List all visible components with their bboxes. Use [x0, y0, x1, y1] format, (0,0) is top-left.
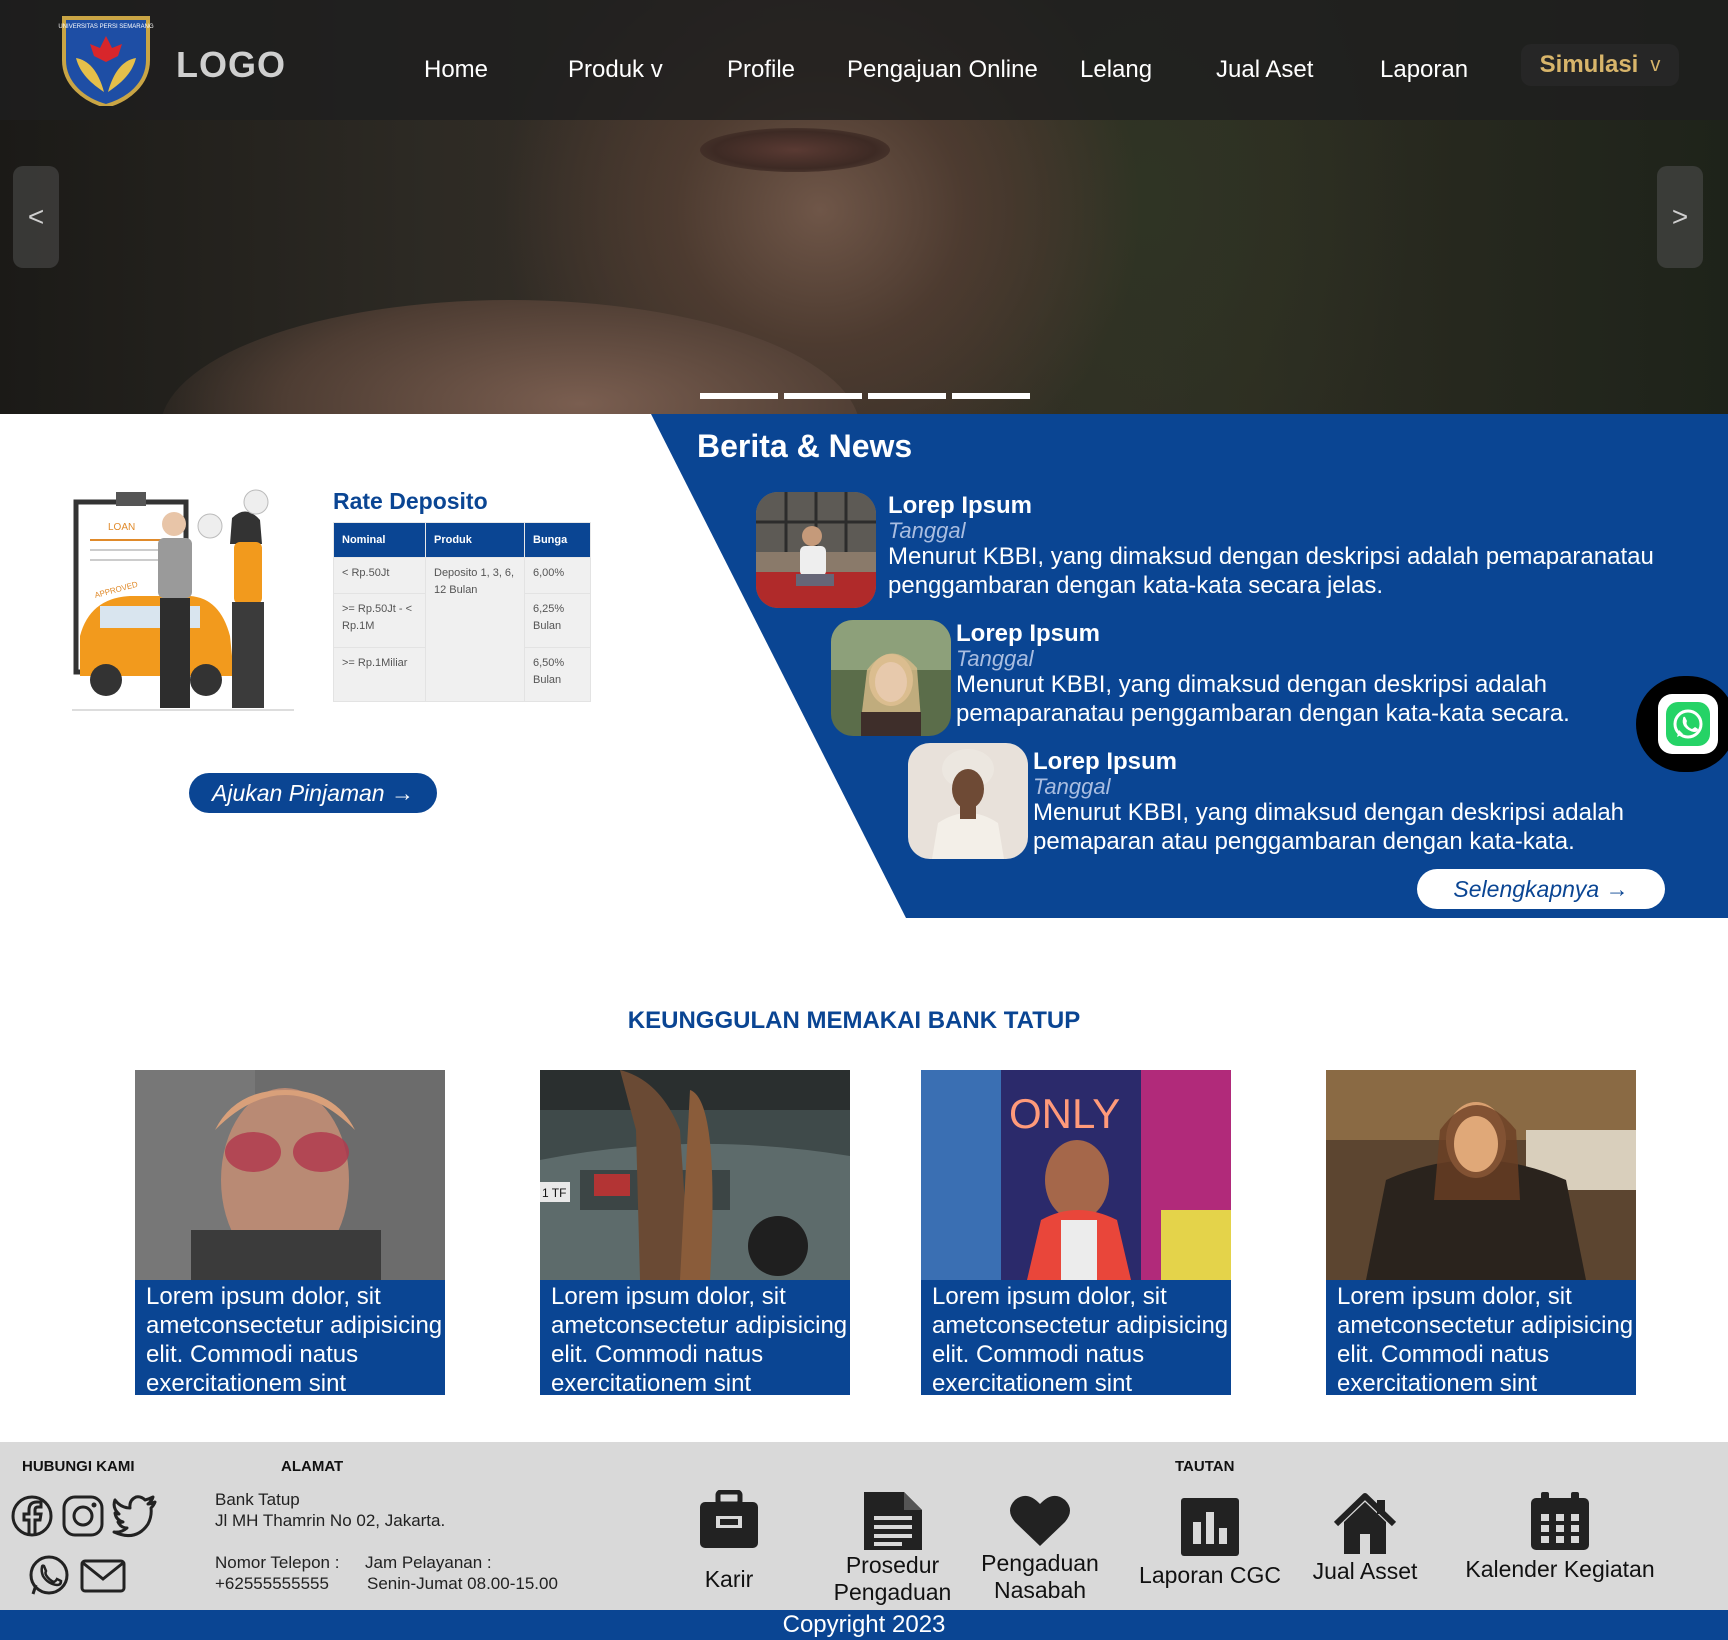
nav-lelang[interactable]: Lelang — [1080, 56, 1152, 84]
logo-text[interactable]: LOGO — [176, 44, 286, 86]
tautan-label: Pengaduan — [981, 1550, 1099, 1576]
nav-home[interactable]: Home — [424, 56, 488, 84]
twitter-icon[interactable] — [112, 1494, 158, 1538]
carousel-dot[interactable] — [784, 393, 862, 399]
news-section-title: Berita & News — [697, 428, 913, 464]
hubungi-kami-title: HUBUNGI KAMI — [22, 1458, 135, 1475]
card-image — [1326, 1070, 1636, 1280]
news-excerpt: Menurut KBBI, yang dimaksud dengan deskr… — [1033, 799, 1625, 855]
nav-profile[interactable]: Profile — [727, 56, 795, 84]
hero-image-face — [700, 128, 890, 172]
tautan-label: Kalender Kegiatan — [1465, 1556, 1655, 1582]
carousel-next-button[interactable]: > — [1657, 166, 1703, 268]
news-item[interactable]: Lorep Ipsum Tanggal Menurut KBBI, yang d… — [888, 492, 1708, 600]
card-image-neon-text: ONLY — [1009, 1090, 1120, 1137]
card-image-plate-text: 1 TF — [542, 1186, 566, 1200]
carousel-prev-button[interactable]: < — [13, 166, 59, 268]
news-heading[interactable]: Lorep Ipsum — [956, 620, 1716, 648]
tautan-laporan-cgc[interactable]: Laporan CGC — [1135, 1496, 1285, 1589]
home-icon — [1333, 1493, 1397, 1554]
nav-produk[interactable]: Produk v — [568, 56, 663, 84]
carousel-dot[interactable] — [952, 393, 1030, 399]
advantage-card[interactable]: 1 TF Lorem ipsum dolor, sit ametconsecte… — [540, 1070, 850, 1395]
tautan-label: Prosedur — [845, 1552, 940, 1578]
whatsapp-icon[interactable] — [1658, 694, 1718, 754]
alamat-street: Jl MH Thamrin No 02, Jakarta. — [215, 1511, 446, 1530]
card-image: ONLY — [921, 1070, 1231, 1280]
advantage-card[interactable]: Lorem ipsum dolor, sit ametconsectetur a… — [135, 1070, 445, 1395]
advantage-card[interactable]: Lorem ipsum dolor, sit ametconsectetur a… — [1326, 1070, 1636, 1395]
simulasi-label: Simulasi — [1539, 51, 1639, 78]
carousel-dot[interactable] — [868, 393, 946, 399]
tautan-prosedur-pengaduan[interactable]: Prosedur Pengaduan — [825, 1490, 960, 1606]
phone-value[interactable]: +62555555555 — [215, 1573, 329, 1594]
alamat-name: Bank Tatup — [215, 1490, 300, 1509]
card-image — [135, 1070, 445, 1280]
news-thumbnail[interactable] — [908, 743, 1028, 859]
news-thumbnail[interactable] — [831, 620, 951, 736]
news-item[interactable]: Lorep Ipsum Tanggal Menurut KBBI, yang d… — [1033, 748, 1723, 856]
emblem-text: UNIVERSITAS PERSI SEMARANG — [58, 24, 154, 30]
university-emblem-icon[interactable]: UNIVERSITAS PERSI SEMARANG — [58, 14, 154, 106]
hero-carousel: UNIVERSITAS PERSI SEMARANG LOGO Home Pro… — [0, 0, 1728, 414]
nav-laporan[interactable]: Laporan — [1380, 56, 1468, 84]
tautan-kalender-kegiatan[interactable]: Kalender Kegiatan — [1460, 1490, 1660, 1583]
advantages-title: KEUNGGULAN MEMAKAI BANK TATUP — [627, 1007, 1081, 1034]
tautan-label: Karir — [704, 1566, 754, 1592]
mail-icon[interactable] — [80, 1558, 126, 1594]
nav-jual-aset[interactable]: Jual Aset — [1216, 56, 1313, 84]
card-image: 1 TF — [540, 1070, 850, 1280]
news-date: Tanggal — [1033, 774, 1111, 799]
news-excerpt: Menurut KBBI, yang dimaksud dengan deskr… — [956, 671, 1570, 727]
selengkapnya-button[interactable]: Selengkapnya → — [1417, 869, 1665, 909]
hours-value: Senin-Jumat 08.00-15.00 — [367, 1574, 558, 1593]
carousel-dot[interactable] — [700, 393, 778, 399]
copyright-text: Copyright 2023 — [0, 1610, 1728, 1640]
news-date: Tanggal — [956, 646, 1034, 671]
whatsapp-outline-icon[interactable] — [27, 1554, 71, 1598]
tautan-title: TAUTAN — [1175, 1458, 1235, 1475]
news-date: Tanggal — [888, 518, 966, 543]
chevron-down-icon: v — [1650, 53, 1661, 76]
tautan-karir[interactable]: Karir — [679, 1490, 779, 1593]
news-heading[interactable]: Lorep Ipsum — [888, 492, 1708, 520]
tautan-label: Laporan CGC — [1139, 1562, 1281, 1588]
tautan-label: Nasabah — [993, 1577, 1087, 1603]
tautan-label: Pengaduan — [833, 1579, 952, 1605]
facebook-icon[interactable] — [10, 1494, 54, 1538]
news-excerpt: Menurut KBBI, yang dimaksud dengan deskr… — [888, 543, 1654, 599]
nav-pengajuan-online[interactable]: Pengajuan Online — [847, 56, 1038, 84]
carousel-indicators — [700, 393, 1030, 399]
document-icon — [863, 1492, 922, 1550]
news-item[interactable]: Lorep Ipsum Tanggal Menurut KBBI, yang d… — [956, 620, 1716, 728]
bar-chart-icon — [1181, 1498, 1239, 1556]
heart-icon — [1010, 1495, 1070, 1546]
tautan-pengaduan-nasabah[interactable]: Pengaduan Nasabah — [975, 1494, 1105, 1604]
card-caption: Lorem ipsum dolor, sit ametconsectetur a… — [540, 1280, 850, 1395]
alamat-title: ALAMAT — [281, 1458, 344, 1475]
hours-label: Jam Pelayanan : — [365, 1553, 492, 1572]
instagram-icon[interactable] — [61, 1494, 105, 1538]
tautan-label: Jual Asset — [1312, 1558, 1418, 1584]
card-caption: Lorem ipsum dolor, sit ametconsectetur a… — [1326, 1280, 1636, 1395]
card-caption: Lorem ipsum dolor, sit ametconsectetur a… — [921, 1280, 1231, 1395]
card-caption: Lorem ipsum dolor, sit ametconsectetur a… — [135, 1280, 445, 1395]
calendar-icon — [1531, 1492, 1589, 1550]
phone-label: Nomor Telepon : — [215, 1553, 340, 1572]
news-heading[interactable]: Lorep Ipsum — [1033, 748, 1723, 776]
briefcase-icon — [700, 1490, 758, 1548]
advantage-card[interactable]: ONLY Lorem ipsum dolor, sit ametconsecte… — [921, 1070, 1231, 1395]
news-thumbnail[interactable] — [756, 492, 876, 608]
tautan-jual-asset[interactable]: Jual Asset — [1300, 1492, 1430, 1585]
nav-simulasi-dropdown[interactable]: Simulasi v — [1521, 44, 1679, 86]
